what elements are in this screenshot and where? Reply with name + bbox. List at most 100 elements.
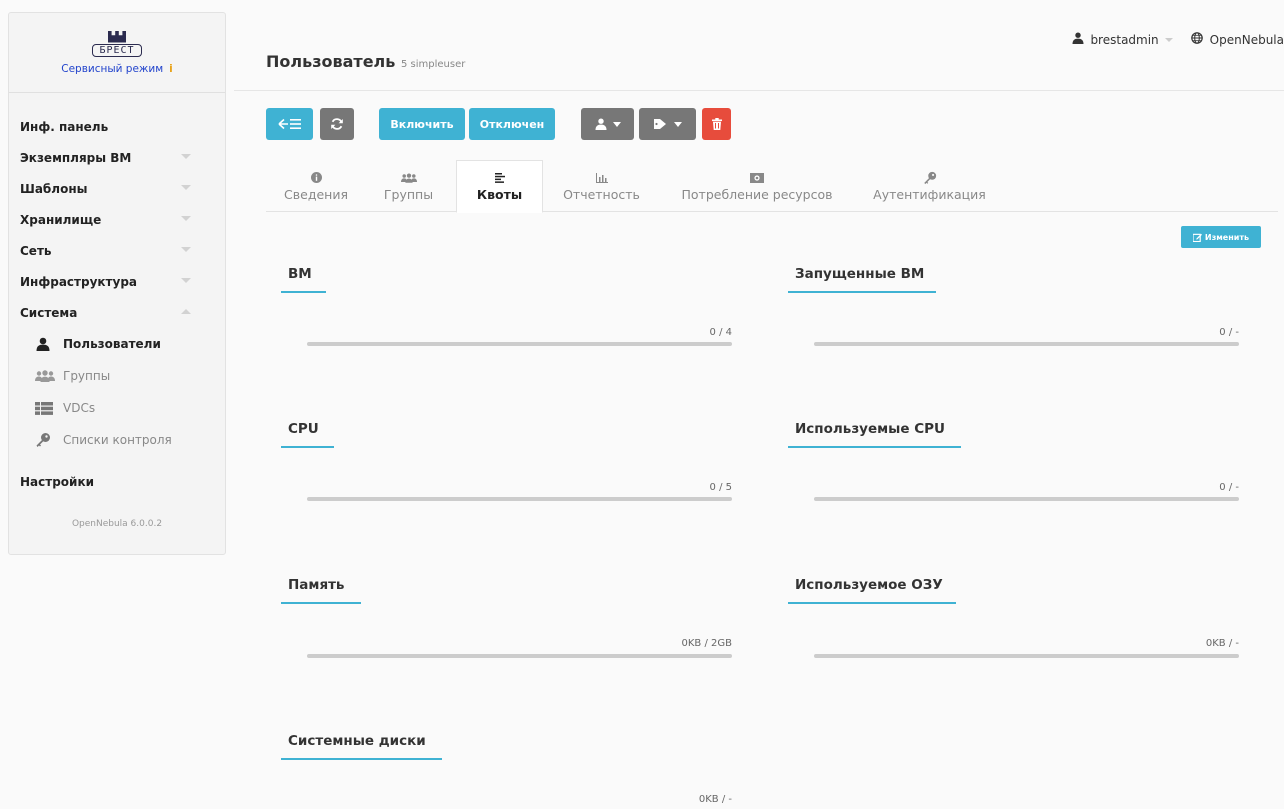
sidebar-item-label: Пользователи	[63, 337, 161, 351]
tab-label: Потребление ресурсов	[681, 186, 833, 202]
sidebar-item-label: Списки контроля	[63, 433, 172, 447]
quota-value-system-disks: 0KB / -	[698, 794, 732, 805]
key-icon	[35, 432, 57, 448]
page-subtitle: 5 simpleuser	[400, 59, 466, 70]
globe-icon	[1190, 32, 1203, 47]
change-owner-dropdown[interactable]	[581, 108, 634, 140]
sidebar-item-label: VDCs	[63, 401, 96, 415]
service-mode[interactable]: Сервисный режим i	[61, 63, 173, 75]
chevron-down-icon	[181, 185, 191, 190]
user-name: brestadmin	[1090, 32, 1159, 47]
page-title: Пользователь 5 simpleuser	[266, 52, 465, 71]
money-icon	[750, 171, 764, 185]
tab-accounting[interactable]: Отчетность	[554, 160, 649, 212]
quota-value-vm: 0 / 4	[709, 327, 732, 338]
sidebar-item-system[interactable]: Система	[9, 297, 225, 328]
quota-title-cpu: CPU	[281, 421, 334, 448]
quota-title-memory: Память	[281, 577, 361, 604]
labels-dropdown[interactable]	[639, 108, 696, 140]
quota-bar-vm	[307, 342, 732, 346]
sidebar-item-dashboard[interactable]: Инф. панель	[9, 111, 225, 142]
sidebar-item-storage[interactable]: Хранилище	[9, 204, 225, 235]
disable-button[interactable]: Отключен	[469, 108, 555, 140]
sidebar-item-vdcs[interactable]: VDCs	[9, 392, 225, 424]
quota-value-used-cpu: 0 / -	[1219, 482, 1239, 493]
tab-quotas[interactable]: Квоты	[456, 160, 543, 213]
users-group-icon	[35, 370, 57, 382]
tags-icon	[653, 119, 666, 129]
quota-bar-running-vm	[814, 342, 1239, 346]
sidebar-item-vm-instances[interactable]: Экземпляры ВМ	[9, 142, 225, 173]
quota-bar-memory	[307, 654, 732, 658]
sidebar-item-label: Шаблоны	[20, 181, 88, 196]
info-icon[interactable]: i	[169, 63, 173, 75]
refresh-button[interactable]	[320, 108, 354, 140]
logo-text: БРЕСТ	[92, 43, 142, 57]
back-list-icon	[277, 118, 301, 130]
caret-down-icon	[612, 121, 621, 127]
service-mode-label: Сервисный режим	[61, 62, 164, 75]
sidebar-item-label: Система	[20, 305, 78, 320]
quota-value-memory: 0KB / 2GB	[681, 638, 732, 649]
sidebar-item-settings[interactable]: Настройки	[9, 466, 225, 497]
tab-groups[interactable]: Группы	[376, 160, 441, 212]
sidebar-item-label: Инфраструктура	[20, 274, 138, 289]
info-circle-icon	[310, 171, 322, 185]
sidebar-item-groups[interactable]: Группы	[9, 360, 225, 392]
chevron-down-icon	[181, 247, 191, 252]
quota-title-used-ram: Используемое ОЗУ	[788, 577, 956, 604]
sidebar-item-label: Настройки	[20, 474, 95, 489]
quota-title-system-disks: Системные диски	[281, 733, 442, 760]
quota-title-vm: ВМ	[281, 266, 326, 293]
sidebar: БРЕСТ Сервисный режим i Инф. панель Экзем…	[8, 12, 226, 555]
caret-down-icon	[1164, 37, 1173, 42]
edit-icon	[1192, 233, 1202, 242]
sidebar-item-templates[interactable]: Шаблоны	[9, 173, 225, 204]
refresh-icon	[331, 118, 343, 130]
align-left-icon	[494, 171, 505, 185]
tab-label: Группы	[383, 186, 434, 202]
users-group-icon	[400, 171, 417, 185]
trash-icon	[711, 118, 722, 130]
quota-title-used-cpu: Используемые CPU	[788, 421, 961, 448]
version-label: OpenNebula 6.0.0.2	[71, 519, 163, 529]
chevron-up-icon	[181, 309, 191, 314]
tab-authentication[interactable]: Аутентификация	[862, 160, 997, 212]
enable-button[interactable]: Включить	[379, 108, 465, 140]
page-title-text: Пользователь	[266, 52, 396, 71]
sidebar-item-network[interactable]: Сеть	[9, 235, 225, 266]
sidebar-item-infrastructure[interactable]: Инфраструктура	[9, 266, 225, 297]
tab-label: Отчетность	[563, 186, 640, 202]
user-menu[interactable]: brestadmin	[1072, 32, 1173, 47]
edit-quotas-button[interactable]: Изменить	[1181, 226, 1261, 248]
zone-menu[interactable]: OpenNebula	[1190, 32, 1284, 47]
quota-bar-cpu	[307, 497, 732, 501]
sidebar-item-acls[interactable]: Списки контроля	[9, 424, 225, 456]
user-icon	[1072, 32, 1084, 47]
castle-icon	[106, 31, 128, 43]
quota-bar-used-ram	[814, 654, 1239, 658]
caret-down-icon	[673, 121, 682, 127]
sidebar-item-users[interactable]: Пользователи	[9, 328, 225, 360]
th-list-icon	[35, 401, 57, 415]
brand: БРЕСТ Сервисный режим i	[9, 13, 225, 93]
chevron-down-icon	[181, 154, 191, 159]
quota-value-used-ram: 0KB / -	[1205, 638, 1239, 649]
back-to-list-button[interactable]	[266, 108, 313, 140]
chevron-down-icon	[181, 278, 191, 283]
tab-showback[interactable]: Потребление ресурсов	[672, 160, 842, 212]
delete-button[interactable]	[702, 108, 731, 140]
top-right-menu: brestadmin OpenNebula	[1058, 32, 1284, 47]
bar-chart-icon	[595, 171, 608, 185]
tab-label: Квоты	[476, 187, 523, 202]
user-icon	[35, 337, 57, 351]
tab-label: Сведения	[284, 186, 348, 202]
key-icon	[923, 171, 937, 185]
brest-logo[interactable]: БРЕСТ	[79, 31, 155, 57]
quota-value-cpu: 0 / 5	[709, 482, 732, 493]
zone-name: OpenNebula	[1209, 32, 1284, 47]
sidebar-item-label: Хранилище	[20, 212, 102, 227]
quota-title-running-vm: Запущенные ВМ	[788, 266, 936, 293]
tab-info[interactable]: Сведения	[276, 160, 356, 212]
sidebar-item-label: Инф. панель	[20, 119, 109, 134]
